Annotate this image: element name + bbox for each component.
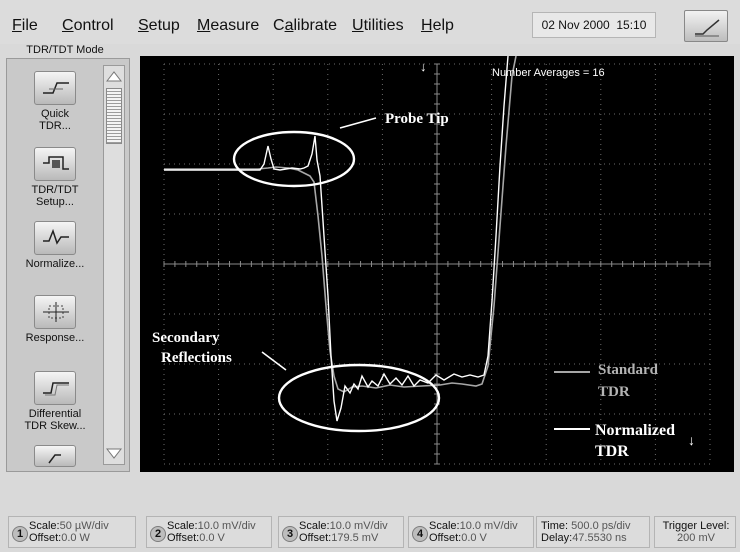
secondary-reflections-label-2: Reflections (161, 350, 232, 366)
differential-skew-label-1: Differential (28, 408, 82, 420)
menu-file[interactable]: File (12, 17, 38, 35)
channel-1-badge: 1 (12, 526, 28, 542)
probe-tip-pointer (339, 117, 377, 129)
delay-marker-arrow: ↓ (688, 432, 695, 448)
channel-4-readout[interactable]: 4 Scale:10.0 mV/div Offset:0.0 V (408, 516, 534, 548)
standard-tdr-label-1: Standard (598, 362, 659, 378)
trigger-value: 200 mV (677, 532, 715, 544)
next-tool-button[interactable] (34, 445, 76, 467)
scroll-thumb[interactable] (106, 88, 122, 144)
tdr-setup-icon (43, 156, 69, 170)
timebase-time: 500.0 ps/div (571, 520, 631, 532)
tdr-setup-label-2: Setup... (36, 196, 74, 208)
channel-2-scale: 10.0 mV/div (197, 520, 256, 532)
quick-tdr-button[interactable] (34, 71, 76, 105)
quick-tdr-label-2: TDR... (39, 120, 71, 132)
status-bar: 1 Scale:50 µW/div Offset:0.0 W 2 Scale:10… (0, 472, 740, 552)
channel-4-badge: 4 (412, 526, 428, 542)
quick-tdr-label-1: Quick (40, 108, 70, 120)
probe-tip-label: Probe Tip (385, 111, 449, 127)
channel-4-scale: 10.0 mV/div (459, 520, 518, 532)
channel-1-scale: 50 µW/div (59, 520, 109, 532)
channel-3-readout[interactable]: 3 Scale:10.0 mV/div Offset:179.5 mV (278, 516, 404, 548)
normalized-tdr-label-2: TDR (595, 443, 629, 460)
differential-skew-label-2: TDR Skew... (24, 420, 86, 432)
response-tool[interactable]: Response... (11, 295, 99, 344)
tdr-setup-button[interactable] (34, 147, 76, 181)
trigger-label: Trigger Level: (662, 520, 730, 532)
tool-scrollbar[interactable] (103, 65, 125, 465)
differential-skew-tool[interactable]: Differential TDR Skew... (11, 371, 99, 432)
channel-4-offset: 0.0 V (461, 532, 487, 544)
quick-tdr-icon (43, 82, 69, 94)
probe-tip-circle (232, 130, 356, 188)
normalize-label: Normalize... (25, 258, 85, 270)
menu-utilities[interactable]: Utilities (352, 17, 404, 35)
differential-skew-icon (43, 382, 69, 396)
waveform-launcher-button[interactable] (684, 10, 728, 42)
timebase-delay: 47.5530 ns (572, 532, 627, 544)
channel-3-scale: 10.0 mV/div (329, 520, 388, 532)
menu-calibrate[interactable]: Calibrate (273, 17, 337, 35)
channel-2-readout[interactable]: 2 Scale:10.0 mV/div Offset:0.0 V (146, 516, 272, 548)
waveform-launcher-icon (695, 19, 720, 37)
differential-skew-button[interactable] (34, 371, 76, 405)
normalize-tool[interactable]: Normalize... (11, 221, 99, 270)
trigger-position-marker: ↓ (420, 59, 427, 74)
mode-label: TDR/TDT Mode (26, 44, 104, 56)
channel-2-offset: 0.0 V (199, 532, 225, 544)
next-tool[interactable] (11, 445, 99, 470)
channel-3-offset: 179.5 mV (331, 532, 379, 544)
time-text: 15:10 (616, 18, 647, 32)
menu-help[interactable]: Help (421, 17, 454, 35)
normalize-icon (43, 228, 69, 245)
trigger-readout[interactable]: Trigger Level: 200 mV (654, 516, 736, 548)
scope-display[interactable]: ↓ Number Averages = 16 Probe Tip Seconda… (140, 56, 734, 472)
channel-1-offset: 0.0 W (61, 532, 90, 544)
averages-readout: Number Averages = 16 (492, 67, 605, 79)
standard-tdr-label-2: TDR (598, 384, 630, 400)
response-button[interactable] (34, 295, 76, 329)
response-label: Response... (25, 332, 85, 344)
quick-tdr-tool[interactable]: Quick TDR... (11, 71, 99, 132)
channel-1-readout[interactable]: 1 Scale:50 µW/div Offset:0.0 W (8, 516, 136, 548)
normalized-tdr-label-1: Normalized (595, 422, 675, 439)
date-time-display: 02 Nov 2000 15:10 (532, 12, 656, 38)
menu-setup[interactable]: Setup (138, 17, 180, 35)
timebase-readout[interactable]: Time: 500.0 ps/div Delay:47.5530 ns (536, 516, 650, 548)
menu-measure[interactable]: Measure (197, 17, 259, 35)
tdr-setup-label-1: TDR/TDT (31, 184, 79, 196)
secondary-reflections-pointer (261, 351, 287, 371)
menu-bar: File Control Setup Measure Calibrate Uti… (0, 0, 740, 44)
normalize-button[interactable] (34, 221, 76, 255)
secondary-reflections-label-1: Secondary (152, 330, 220, 346)
scroll-up-icon[interactable] (104, 68, 124, 84)
channel-3-badge: 3 (282, 526, 298, 542)
secondary-reflections-circle (277, 363, 441, 433)
scroll-down-icon[interactable] (104, 446, 124, 462)
partial-tool-icon (48, 454, 61, 464)
menu-control[interactable]: Control (62, 17, 114, 35)
date-text: 02 Nov 2000 (541, 18, 610, 32)
channel-2-badge: 2 (150, 526, 166, 542)
tdr-tool-panel: Quick TDR... TDR/TDT Setup... Normalize.… (6, 58, 130, 472)
tdr-setup-tool[interactable]: TDR/TDT Setup... (11, 147, 99, 208)
response-icon (43, 302, 69, 322)
